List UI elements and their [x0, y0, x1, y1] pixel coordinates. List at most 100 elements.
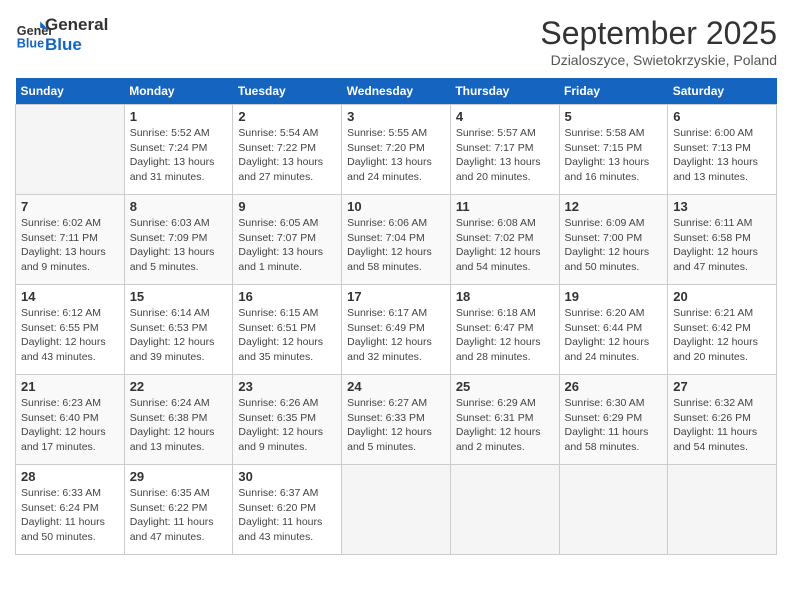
day-info: Sunrise: 6:14 AMSunset: 6:53 PMDaylight:…	[130, 306, 228, 365]
day-number: 23	[238, 379, 336, 394]
calendar-week-4: 21Sunrise: 6:23 AMSunset: 6:40 PMDayligh…	[16, 375, 777, 465]
day-info: Sunrise: 6:24 AMSunset: 6:38 PMDaylight:…	[130, 396, 228, 455]
calendar-cell	[559, 465, 668, 555]
day-number: 22	[130, 379, 228, 394]
calendar-cell: 23 Sunrise: 6:26 AMSunset: 6:35 PMDayligh…	[233, 375, 342, 465]
calendar-cell: 14 Sunrise: 6:12 AMSunset: 6:55 PMDayligh…	[16, 285, 125, 375]
calendar-cell: 12 Sunrise: 6:09 AMSunset: 7:00 PMDayligh…	[559, 195, 668, 285]
day-info: Sunrise: 6:29 AMSunset: 6:31 PMDaylight:…	[456, 396, 554, 455]
day-number: 18	[456, 289, 554, 304]
calendar-cell: 28 Sunrise: 6:33 AMSunset: 6:24 PMDayligh…	[16, 465, 125, 555]
calendar-cell: 24 Sunrise: 6:27 AMSunset: 6:33 PMDayligh…	[342, 375, 451, 465]
col-header-wednesday: Wednesday	[342, 78, 451, 105]
day-number: 3	[347, 109, 445, 124]
calendar-cell: 26Sunrise: 6:30 AMSunset: 6:29 PMDayligh…	[559, 375, 668, 465]
day-number: 2	[238, 109, 336, 124]
title-area: September 2025 Dzialoszyce, Swietokrzysk…	[540, 15, 777, 68]
calendar-week-5: 28 Sunrise: 6:33 AMSunset: 6:24 PMDayligh…	[16, 465, 777, 555]
day-number: 30	[238, 469, 336, 484]
calendar-cell: 25Sunrise: 6:29 AMSunset: 6:31 PMDayligh…	[450, 375, 559, 465]
day-number: 4	[456, 109, 554, 124]
day-number: 14	[21, 289, 119, 304]
day-info: Sunrise: 5:54 AMSunset: 7:22 PMDaylight:…	[238, 126, 336, 185]
day-info: Sunrise: 6:17 AMSunset: 6:49 PMDaylight:…	[347, 306, 445, 365]
calendar-cell: 4 Sunrise: 5:57 AMSunset: 7:17 PMDaylight…	[450, 105, 559, 195]
calendar-cell: 30 Sunrise: 6:37 AMSunset: 6:20 PMDayligh…	[233, 465, 342, 555]
calendar-cell: 19 Sunrise: 6:20 AMSunset: 6:44 PMDayligh…	[559, 285, 668, 375]
col-header-monday: Monday	[124, 78, 233, 105]
day-info: Sunrise: 6:15 AMSunset: 6:51 PMDaylight:…	[238, 306, 336, 365]
logo-general-text: General	[45, 15, 108, 35]
day-number: 9	[238, 199, 336, 214]
calendar-table: SundayMondayTuesdayWednesdayThursdayFrid…	[15, 78, 777, 555]
calendar-cell: 13 Sunrise: 6:11 AMSunset: 6:58 PMDayligh…	[668, 195, 777, 285]
calendar-cell: 5Sunrise: 5:58 AMSunset: 7:15 PMDaylight…	[559, 105, 668, 195]
day-number: 5	[565, 109, 663, 124]
calendar-week-3: 14 Sunrise: 6:12 AMSunset: 6:55 PMDayligh…	[16, 285, 777, 375]
day-info: Sunrise: 6:12 AMSunset: 6:55 PMDaylight:…	[21, 306, 119, 365]
calendar-cell: 16Sunrise: 6:15 AMSunset: 6:51 PMDayligh…	[233, 285, 342, 375]
calendar-cell: 27Sunrise: 6:32 AMSunset: 6:26 PMDayligh…	[668, 375, 777, 465]
calendar-cell: 21Sunrise: 6:23 AMSunset: 6:40 PMDayligh…	[16, 375, 125, 465]
col-header-tuesday: Tuesday	[233, 78, 342, 105]
day-info: Sunrise: 6:23 AMSunset: 6:40 PMDaylight:…	[21, 396, 119, 455]
col-header-friday: Friday	[559, 78, 668, 105]
calendar-week-1: 1Sunrise: 5:52 AMSunset: 7:24 PMDaylight…	[16, 105, 777, 195]
day-info: Sunrise: 6:11 AMSunset: 6:58 PMDaylight:…	[673, 216, 771, 275]
calendar-cell: 11Sunrise: 6:08 AMSunset: 7:02 PMDayligh…	[450, 195, 559, 285]
calendar-cell	[668, 465, 777, 555]
day-info: Sunrise: 5:55 AMSunset: 7:20 PMDaylight:…	[347, 126, 445, 185]
day-number: 29	[130, 469, 228, 484]
day-info: Sunrise: 6:09 AMSunset: 7:00 PMDaylight:…	[565, 216, 663, 275]
day-info: Sunrise: 6:26 AMSunset: 6:35 PMDaylight:…	[238, 396, 336, 455]
month-title: September 2025	[540, 15, 777, 52]
day-info: Sunrise: 6:35 AMSunset: 6:22 PMDaylight:…	[130, 486, 228, 545]
day-number: 17	[347, 289, 445, 304]
day-number: 28	[21, 469, 119, 484]
day-number: 19	[565, 289, 663, 304]
svg-text:Blue: Blue	[17, 36, 44, 50]
day-info: Sunrise: 6:00 AMSunset: 7:13 PMDaylight:…	[673, 126, 771, 185]
day-number: 8	[130, 199, 228, 214]
day-info: Sunrise: 6:33 AMSunset: 6:24 PMDaylight:…	[21, 486, 119, 545]
day-info: Sunrise: 6:20 AMSunset: 6:44 PMDaylight:…	[565, 306, 663, 365]
day-number: 12	[565, 199, 663, 214]
day-info: Sunrise: 5:52 AMSunset: 7:24 PMDaylight:…	[130, 126, 228, 185]
day-number: 15	[130, 289, 228, 304]
day-info: Sunrise: 6:05 AMSunset: 7:07 PMDaylight:…	[238, 216, 336, 275]
calendar-cell: 7 Sunrise: 6:02 AMSunset: 7:11 PMDaylight…	[16, 195, 125, 285]
day-number: 13	[673, 199, 771, 214]
col-header-thursday: Thursday	[450, 78, 559, 105]
calendar-cell: 2 Sunrise: 5:54 AMSunset: 7:22 PMDaylight…	[233, 105, 342, 195]
day-info: Sunrise: 6:18 AMSunset: 6:47 PMDaylight:…	[456, 306, 554, 365]
day-number: 20	[673, 289, 771, 304]
day-info: Sunrise: 6:21 AMSunset: 6:42 PMDaylight:…	[673, 306, 771, 365]
logo: General Blue General Blue	[15, 15, 108, 54]
calendar-cell: 10 Sunrise: 6:06 AMSunset: 7:04 PMDayligh…	[342, 195, 451, 285]
day-info: Sunrise: 6:03 AMSunset: 7:09 PMDaylight:…	[130, 216, 228, 275]
location-title: Dzialoszyce, Swietokrzyskie, Poland	[540, 52, 777, 68]
calendar-cell: 9 Sunrise: 6:05 AMSunset: 7:07 PMDaylight…	[233, 195, 342, 285]
page-header: General Blue General Blue September 2025…	[15, 15, 777, 68]
col-header-sunday: Sunday	[16, 78, 125, 105]
day-number: 6	[673, 109, 771, 124]
day-info: Sunrise: 5:57 AMSunset: 7:17 PMDaylight:…	[456, 126, 554, 185]
logo-blue-text: Blue	[45, 35, 108, 55]
calendar-cell: 1Sunrise: 5:52 AMSunset: 7:24 PMDaylight…	[124, 105, 233, 195]
calendar-cell: 18 Sunrise: 6:18 AMSunset: 6:47 PMDayligh…	[450, 285, 559, 375]
day-number: 27	[673, 379, 771, 394]
day-info: Sunrise: 6:06 AMSunset: 7:04 PMDaylight:…	[347, 216, 445, 275]
day-info: Sunrise: 6:37 AMSunset: 6:20 PMDaylight:…	[238, 486, 336, 545]
calendar-cell: 22 Sunrise: 6:24 AMSunset: 6:38 PMDayligh…	[124, 375, 233, 465]
day-number: 10	[347, 199, 445, 214]
day-info: Sunrise: 6:02 AMSunset: 7:11 PMDaylight:…	[21, 216, 119, 275]
day-number: 24	[347, 379, 445, 394]
calendar-cell: 6 Sunrise: 6:00 AMSunset: 7:13 PMDaylight…	[668, 105, 777, 195]
calendar-cell: 15 Sunrise: 6:14 AMSunset: 6:53 PMDayligh…	[124, 285, 233, 375]
calendar-cell: 20 Sunrise: 6:21 AMSunset: 6:42 PMDayligh…	[668, 285, 777, 375]
day-info: Sunrise: 6:27 AMSunset: 6:33 PMDaylight:…	[347, 396, 445, 455]
calendar-cell	[450, 465, 559, 555]
day-number: 7	[21, 199, 119, 214]
calendar-cell: 29 Sunrise: 6:35 AMSunset: 6:22 PMDayligh…	[124, 465, 233, 555]
calendar-cell: 17 Sunrise: 6:17 AMSunset: 6:49 PMDayligh…	[342, 285, 451, 375]
